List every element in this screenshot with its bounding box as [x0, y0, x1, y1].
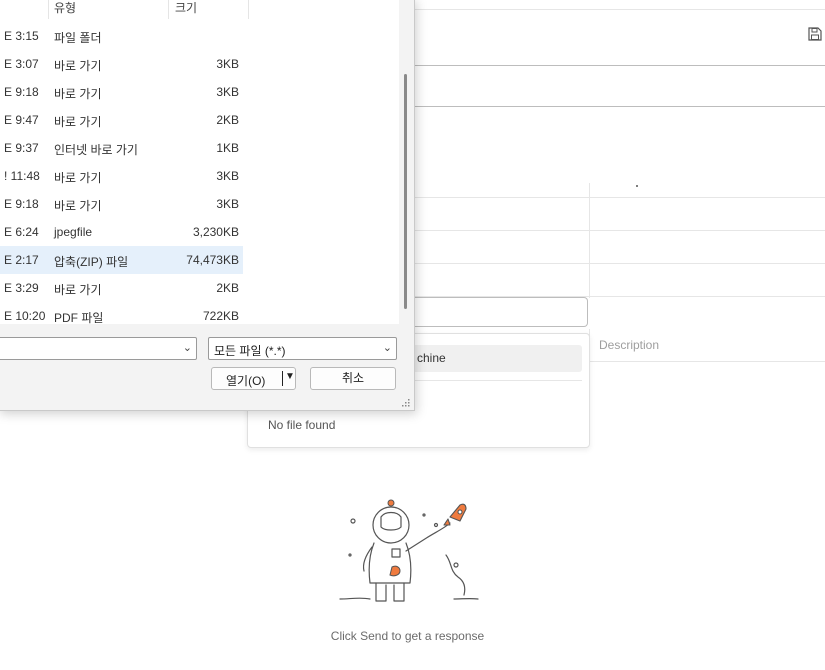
file-row[interactable]: E 3:07 바로 가기 3KB: [0, 50, 243, 78]
response-empty-text: Click Send to get a response: [330, 629, 485, 643]
tabs-divider: [415, 106, 825, 107]
column-header-size[interactable]: 크기: [175, 0, 197, 19]
dropdown-option-label: chine: [417, 351, 446, 365]
dot-marker: [636, 185, 638, 187]
file-size: 3KB: [216, 169, 239, 183]
file-size: 1KB: [216, 141, 239, 155]
chevron-down-icon[interactable]: ⌄: [383, 341, 392, 354]
column-divider[interactable]: [248, 0, 249, 19]
description-header: Description: [599, 338, 660, 352]
file-type: 바로 가기: [54, 171, 102, 185]
file-modified-time: E 9:37: [4, 141, 39, 155]
file-type: 바로 가기: [54, 283, 102, 297]
file-row[interactable]: E 9:18 바로 가기 3KB: [0, 190, 243, 218]
column-divider[interactable]: [168, 0, 169, 19]
url-bar-divider: [415, 65, 825, 66]
file-modified-time: E 3:15: [4, 29, 39, 43]
file-type-filter-select[interactable]: 모든 파일 (*.*) ⌄: [208, 337, 397, 360]
scrollbar-thumb[interactable]: [404, 74, 407, 309]
file-modified-time: E 2:17: [4, 253, 39, 267]
table-row-divider: [415, 263, 825, 264]
cancel-button[interactable]: 취소: [310, 367, 396, 390]
file-modified-time: E 6:24: [4, 225, 39, 239]
file-size: 2KB: [216, 281, 239, 295]
astronaut-rocket-illustration: [339, 499, 479, 602]
file-modified-time: ! 11:48: [4, 169, 40, 183]
file-size: 722KB: [202, 309, 239, 323]
table-row-divider: [415, 230, 825, 231]
column-divider[interactable]: [48, 0, 49, 19]
file-size: 3KB: [216, 85, 239, 99]
file-modified-time: E 10:20: [4, 309, 46, 323]
file-size: 3KB: [216, 197, 239, 211]
split-divider: [282, 371, 283, 386]
file-modified-time: E 3:29: [4, 281, 39, 295]
save-icon[interactable]: [807, 26, 823, 42]
file-modified-time: E 9:18: [4, 85, 39, 99]
file-type: 인터넷 바로 가기: [54, 143, 138, 157]
resize-grip-icon[interactable]: [401, 398, 411, 408]
file-type: jpegfile: [54, 225, 93, 239]
table-row-divider: [415, 197, 825, 198]
file-name-combobox[interactable]: ⌄: [0, 337, 197, 360]
app-top-divider: [415, 9, 825, 10]
column-header-type[interactable]: 유형: [54, 0, 76, 19]
file-type: 바로 가기: [54, 115, 102, 129]
dropdown-arrow-icon[interactable]: ▼: [285, 371, 295, 382]
file-row[interactable]: ! 11:48 바로 가기 3KB: [0, 162, 243, 190]
key-input[interactable]: [405, 297, 588, 327]
file-type: 바로 가기: [54, 199, 102, 213]
file-modified-time: E 3:07: [4, 57, 39, 71]
file-type-filter-value: 모든 파일 (*.*): [214, 344, 286, 358]
file-modified-time: E 9:18: [4, 197, 39, 211]
file-row[interactable]: E 3:15 파일 폴더: [0, 22, 243, 50]
file-row-selected[interactable]: E 2:17 압축(ZIP) 파일 74,473KB: [0, 246, 243, 274]
file-size: 74,473KB: [186, 253, 239, 267]
chevron-down-icon[interactable]: ⌄: [183, 341, 192, 354]
open-button[interactable]: 열기(O) ▼: [211, 367, 296, 390]
table-column-divider: [589, 183, 590, 298]
file-type: 파일 폴더: [54, 31, 102, 45]
no-file-found-message: No file found: [268, 418, 336, 432]
file-type: 압축(ZIP) 파일: [54, 255, 129, 269]
file-row[interactable]: E 6:24 jpegfile 3,230KB: [0, 218, 243, 246]
file-size: 2KB: [216, 113, 239, 127]
file-row[interactable]: E 9:18 바로 가기 3KB: [0, 78, 243, 106]
open-button-label: 열기(O): [226, 374, 266, 388]
file-row[interactable]: E 9:37 인터넷 바로 가기 1KB: [0, 134, 243, 162]
file-type: 바로 가기: [54, 59, 102, 73]
file-modified-time: E 9:47: [4, 113, 39, 127]
file-list-view[interactable]: 유형 크기 E 3:15 파일 폴더 E 3:07 바로 가기 3KB E 9:…: [0, 0, 399, 324]
file-row[interactable]: E 10:20 PDF 파일 722KB: [0, 302, 243, 324]
file-row[interactable]: E 9:47 바로 가기 2KB: [0, 106, 243, 134]
file-size: 3,230KB: [192, 225, 239, 239]
file-open-dialog: 유형 크기 E 3:15 파일 폴더 E 3:07 바로 가기 3KB E 9:…: [0, 0, 415, 411]
file-row[interactable]: E 3:29 바로 가기 2KB: [0, 274, 243, 302]
file-type: 바로 가기: [54, 87, 102, 101]
file-type: PDF 파일: [54, 311, 104, 324]
file-size: 3KB: [216, 57, 239, 71]
